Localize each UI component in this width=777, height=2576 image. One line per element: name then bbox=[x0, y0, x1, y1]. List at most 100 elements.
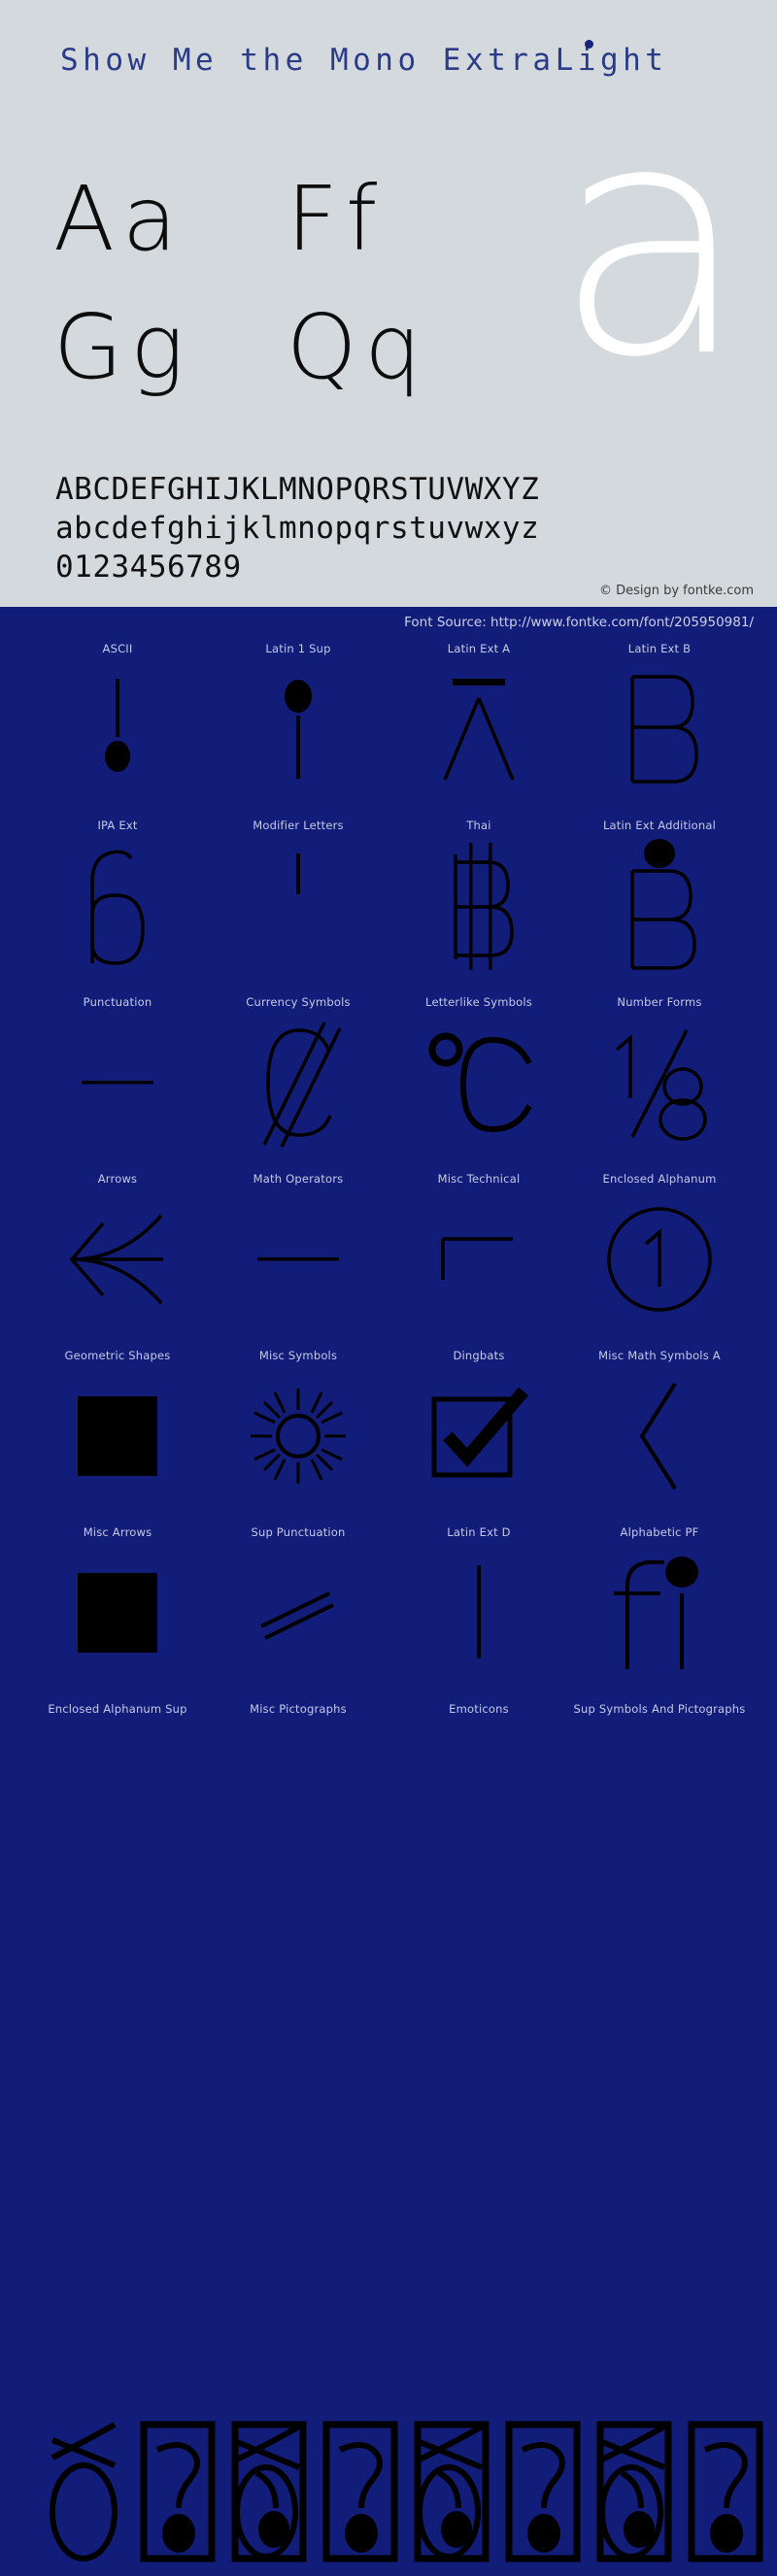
unicode-block-cell-dingbats: Dingbats bbox=[390, 1348, 567, 1509]
font-specimen-page: Show Me the Mono ExtraLight a Aa Ff Gg Q… bbox=[0, 0, 777, 2561]
block-label: Sup Punctuation bbox=[251, 1525, 346, 1539]
block-glyph-a-macron bbox=[390, 656, 567, 802]
block-label: Punctuation bbox=[83, 995, 152, 1009]
block-label: Enclosed Alphanum Sup bbox=[48, 1702, 187, 1716]
unicode-block-cell-suppunctuation: Sup Punctuation bbox=[210, 1524, 387, 1686]
block-label: Currency Symbols bbox=[246, 995, 351, 1009]
large-glyph-cell-aa: Aa bbox=[53, 167, 186, 271]
unicode-block-cell-mathoperators: Math Operators bbox=[210, 1171, 387, 1332]
copyright-notice: © Design by fontke.com bbox=[598, 584, 754, 598]
block-glyph-b-bar bbox=[571, 656, 748, 802]
unicode-block-cell-modifierletters: Modifier Letters bbox=[210, 818, 387, 979]
unicode-block-cell-alphabeticpf: Alphabetic PF bbox=[571, 1524, 748, 1686]
block-label: Misc Technical bbox=[437, 1172, 521, 1186]
unicode-block-cell-ascii: ASCII bbox=[29, 641, 206, 802]
large-glyph-cell-qq: Qq bbox=[287, 295, 429, 399]
unicode-block-cell-miscpictographs: Misc Pictographs bbox=[210, 1701, 387, 1717]
large-glyph-samples: Aa Ff Gg Qq bbox=[53, 155, 471, 413]
strip-glyph-boxed-question bbox=[497, 2414, 589, 2569]
unicode-block-cell-latinextb: Latin Ext B bbox=[571, 641, 748, 802]
block-glyph-degree-celsius bbox=[390, 1010, 567, 1155]
large-glyph-row: Gg Qq bbox=[53, 284, 471, 412]
block-label: Latin Ext D bbox=[447, 1525, 511, 1539]
strip-glyph-boxed-question bbox=[315, 2414, 406, 2569]
block-glyph-exclamation bbox=[29, 656, 206, 802]
block-glyph-inverted-exclamation bbox=[210, 656, 387, 802]
large-glyph-row: Aa Ff bbox=[53, 155, 471, 284]
block-glyph-left-arrow bbox=[29, 1187, 206, 1332]
block-label: Latin 1 Sup bbox=[265, 642, 331, 655]
unicode-block-cell-numberforms: Number Forms bbox=[571, 994, 748, 1155]
font-source-link[interactable]: Font Source: http://www.fontke.com/font/… bbox=[404, 615, 754, 630]
alphabet-lowercase: abcdefghijklmnopqrstuvwxyz bbox=[55, 511, 540, 546]
specimen-header-panel: Show Me the Mono ExtraLight a Aa Ff Gg Q… bbox=[0, 0, 777, 607]
block-glyph-ballot-box-with-check bbox=[390, 1363, 567, 1509]
block-label: ASCII bbox=[102, 642, 133, 655]
unicode-block-row: Enclosed Alphanum Sup Misc Pictographs E… bbox=[0, 1701, 777, 1934]
unicode-block-cell-punctuation: Punctuation bbox=[29, 994, 206, 1155]
unicode-block-cell-latinexta: Latin Ext A bbox=[390, 641, 567, 802]
alphabet-uppercase: ABCDEFGHIJKLMNOPQRSTUVWXYZ bbox=[55, 472, 540, 507]
block-glyph-em-dash bbox=[29, 1010, 206, 1155]
unicode-block-row: Geometric Shapes Misc Symbols Dingbats M… bbox=[0, 1348, 777, 1524]
unicode-block-cell-enclosedalphanumsup: Enclosed Alphanum Sup bbox=[29, 1701, 206, 1717]
unicode-block-cell-miscsymbols: Misc Symbols bbox=[210, 1348, 387, 1509]
block-label: Dingbats bbox=[453, 1349, 505, 1362]
unicode-block-cell-geometricshapes: Geometric Shapes bbox=[29, 1348, 206, 1509]
unicode-block-cell-emoticons: Emoticons bbox=[390, 1701, 567, 1717]
unicode-block-cell-latinextd: Latin Ext D bbox=[390, 1524, 567, 1686]
alphabet-specimen: ABCDEFGHIJKLMNOPQRSTUVWXYZ abcdefghijklm… bbox=[55, 471, 539, 587]
block-glyph-fi-ligature bbox=[571, 1540, 748, 1686]
unicode-block-cell-letterlikesymbols: Letterlike Symbols bbox=[390, 994, 567, 1155]
unicode-block-cell-miscarrows: Misc Arrows bbox=[29, 1524, 206, 1686]
large-glyph-cell-ff: Ff bbox=[287, 167, 386, 271]
block-label: Sup Symbols And Pictographs bbox=[573, 1702, 746, 1716]
strip-glyph-a-ring-boxed bbox=[406, 2414, 497, 2569]
block-glyph-black-square-arrows bbox=[29, 1540, 206, 1686]
block-label: Latin Ext Additional bbox=[602, 819, 717, 832]
block-label: Number Forms bbox=[617, 995, 702, 1009]
unicode-block-cell-currencysymbols: Currency Symbols bbox=[210, 994, 387, 1155]
block-glyph-minus bbox=[210, 1187, 387, 1332]
block-label: Emoticons bbox=[449, 1702, 509, 1716]
block-glyph-colon-currency bbox=[210, 1010, 387, 1155]
unicode-block-cell-supsymbolsandpictographs: Sup Symbols And Pictographs bbox=[571, 1701, 748, 1717]
unicode-block-cell-miscmathsymbolsa: Misc Math Symbols A bbox=[571, 1348, 748, 1509]
giant-ghost-letter: a bbox=[553, 54, 750, 427]
unicode-block-row: Misc Arrows Sup Punctuation Latin Ext D bbox=[0, 1524, 777, 1701]
strip-glyph-boxed-question bbox=[132, 2414, 223, 2569]
block-label: Enclosed Alphanum bbox=[602, 1172, 717, 1186]
alphabet-digits: 0123456789 bbox=[55, 550, 242, 585]
block-glyph-one-eighth bbox=[571, 1010, 748, 1155]
unicode-block-row: Punctuation Currency Symbols Letterlike … bbox=[0, 994, 777, 1171]
block-label: Latin Ext B bbox=[627, 642, 692, 655]
unicode-block-cell-enclosedalphanum: Enclosed Alphanum bbox=[571, 1171, 748, 1332]
block-label: Modifier Letters bbox=[253, 819, 344, 832]
pictograph-strip bbox=[0, 2406, 777, 2576]
block-glyph-baht bbox=[390, 833, 567, 979]
unicode-blocks-grid: ASCII Latin 1 Sup Latin Ext A Latin Ext … bbox=[0, 641, 777, 2561]
block-label: Misc Math Symbols A bbox=[598, 1349, 721, 1362]
large-glyph-cell-gg: Gg bbox=[53, 295, 192, 399]
block-glyph-double-oblique-hyphen bbox=[210, 1540, 387, 1686]
strip-glyph-boxed-question bbox=[680, 2414, 771, 2569]
unicode-block-row: Arrows Math Operators Misc Technical Enc… bbox=[0, 1171, 777, 1348]
page-title-prefix: Show Me the Mono ExtraL bbox=[60, 43, 578, 78]
block-label: Letterlike Symbols bbox=[425, 995, 532, 1009]
block-glyph-b-dot-above bbox=[571, 833, 748, 979]
block-label: Misc Arrows bbox=[83, 1525, 152, 1539]
block-glyph-left-angle-bracket bbox=[571, 1363, 748, 1509]
unicode-block-cell-misctechnical: Misc Technical bbox=[390, 1171, 567, 1332]
block-glyph-sun bbox=[210, 1363, 387, 1509]
block-label: Latin Ext A bbox=[447, 642, 511, 655]
block-label: Geometric Shapes bbox=[64, 1349, 171, 1362]
block-label: IPA Ext bbox=[97, 819, 138, 832]
block-label: Misc Symbols bbox=[258, 1349, 338, 1362]
block-glyph-black-square bbox=[29, 1363, 206, 1509]
block-label: Alphabetic PF bbox=[620, 1525, 699, 1539]
block-glyph-reversed-not-sign bbox=[390, 1187, 567, 1332]
block-label: Misc Pictographs bbox=[250, 1702, 347, 1716]
unicode-block-row: IPA Ext Modifier Letters Thai Latin Ext … bbox=[0, 818, 777, 994]
block-glyph-b-hook bbox=[29, 833, 206, 979]
unicode-block-cell-ipaext: IPA Ext bbox=[29, 818, 206, 979]
